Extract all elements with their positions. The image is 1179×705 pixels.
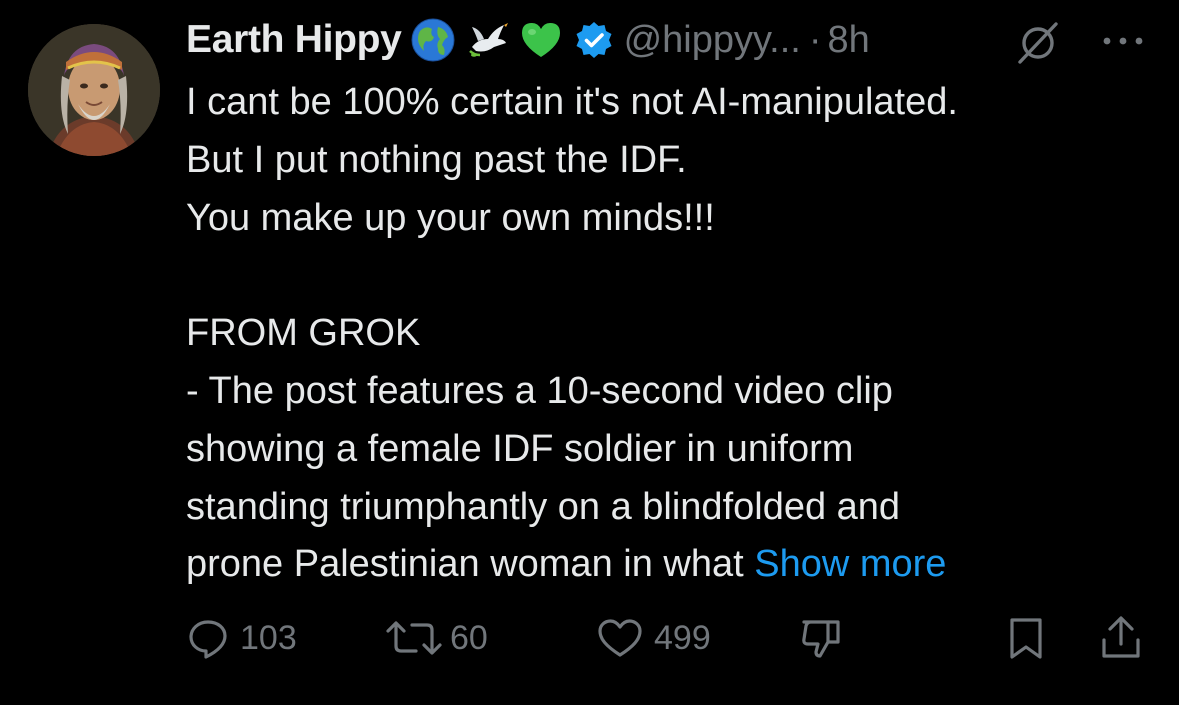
more-options-icon[interactable] [1098,26,1148,56]
green-heart-icon [518,17,564,63]
tweet-text-last-line: prone Palestinian woman in what Show mor… [186,536,1146,594]
show-more-link[interactable]: Show more [754,543,946,585]
repost-icon [386,621,442,655]
like-button[interactable]: 499 [596,610,711,666]
tweet-text-line: prone Palestinian woman in what [186,543,744,586]
bookmark-button[interactable] [1004,610,1048,666]
user-handle[interactable]: @hippyy... [624,19,801,62]
share-button[interactable] [1098,610,1144,666]
tweet-text-line: I cant be 100% certain it's not AI-manip… [186,81,958,123]
like-count: 499 [654,618,711,657]
tweet-text-line: You make up your own minds!!! [186,196,715,239]
action-bar: 103 60 499 [186,610,1156,666]
reply-icon [189,620,227,659]
timestamp[interactable]: 8h [828,19,870,62]
grok-icon[interactable] [1014,18,1066,66]
globe-icon [410,17,456,63]
dove-icon [464,17,510,63]
tweet-text-line: FROM GROK [186,312,421,355]
tweet-text-line: showing a female IDF soldier in uniform [186,427,854,470]
tweet-text-line: - The post features a 10-second video cl… [186,369,893,412]
tweet-header: Earth Hippy @hippyy... · 8h [186,12,870,68]
verified-badge-icon [574,20,614,60]
repost-count: 60 [450,618,488,657]
tweet-text: I cant be 100% certain it's not AI-manip… [186,74,1146,594]
tweet-text-line: But I put nothing past the IDF. [186,138,687,181]
share-icon [1102,616,1140,658]
heart-icon [598,619,642,657]
tweet-text-line: standing triumphantly on a blindfolded a… [186,485,901,528]
downvote-button[interactable] [798,610,846,666]
reply-count: 103 [240,618,297,657]
display-name[interactable]: Earth Hippy [186,18,402,62]
tweet[interactable]: Earth Hippy @hippyy... · 8h I cant be 10… [0,0,1179,705]
avatar[interactable] [28,24,160,156]
bookmark-icon [1010,618,1042,659]
reply-button[interactable]: 103 [186,610,297,666]
thumbs-down-icon [802,620,840,658]
separator-dot: · [808,18,822,61]
repost-button[interactable]: 60 [384,610,488,666]
